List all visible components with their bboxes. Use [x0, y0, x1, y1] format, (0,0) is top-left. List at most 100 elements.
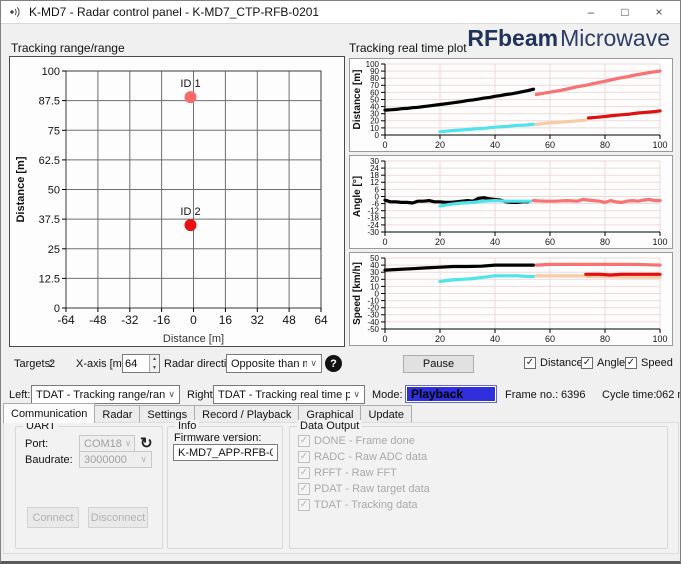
- svg-text:87.5: 87.5: [39, 96, 60, 108]
- chevron-down-icon: ∨: [140, 454, 147, 464]
- data-output-group-title: Data Output: [297, 420, 363, 432]
- firmware-version-label: Firmware version:: [174, 432, 262, 444]
- checkmark-icon: ✓: [581, 357, 593, 369]
- tab-communication[interactable]: Communication: [3, 403, 96, 423]
- svg-text:37.5: 37.5: [39, 214, 60, 226]
- xaxis-spinner[interactable]: ▲▼: [122, 354, 160, 373]
- checkmark-icon: ✓: [298, 467, 310, 479]
- left-plot-select[interactable]: TDAT - Tracking range/range ∨: [31, 385, 180, 404]
- refresh-ports-icon[interactable]: ↻: [140, 434, 153, 452]
- help-icon[interactable]: ?: [325, 355, 342, 372]
- frame-no-value: 6396: [561, 389, 586, 401]
- left-select-label: Left:: [9, 389, 31, 401]
- svg-text:80: 80: [600, 334, 610, 344]
- realtime-angle-chart: -30 -24 -18 -12 -6 0 6 12 18 24 30 0 20 40 60 80 100 Angl…: [349, 155, 673, 249]
- svg-text:80: 80: [600, 237, 610, 247]
- svg-text:20: 20: [435, 334, 445, 344]
- svg-text:Angle [°]: Angle [°]: [352, 176, 363, 217]
- targets-value: 2: [49, 358, 56, 370]
- baudrate-select: 3000000 ∨: [79, 451, 152, 468]
- distance-checkbox[interactable]: ✓ Distance: [524, 357, 583, 369]
- frame-no-label: Frame no.:: [505, 389, 559, 401]
- baudrate-value: 3000000: [84, 453, 127, 466]
- disconnect-button: Disconnect: [88, 507, 148, 528]
- mode-label: Mode:: [372, 389, 403, 401]
- checkmark-icon: ✓: [524, 357, 536, 369]
- realtime-speed-chart: -50 -40 -30 -20 -10 0 10 20 30 40 50 0 20 40 60 80 100 Sp…: [349, 252, 673, 346]
- cycle-time-value: 062 ms: [656, 389, 680, 401]
- chevron-down-icon: ∨: [168, 389, 175, 399]
- speed-checkbox[interactable]: ✓ Speed: [625, 357, 673, 369]
- svg-text:80: 80: [600, 140, 610, 150]
- done-checkbox: ✓ DONE - Frame done: [298, 435, 415, 447]
- svg-text:-48: -48: [89, 313, 107, 327]
- realtime-distance-chart: 0 10 20 30 40 50 60 70 80 90 100 0 20 40 60 80 100 Distan…: [349, 58, 673, 152]
- svg-text:Distance [m]: Distance [m]: [352, 69, 363, 129]
- svg-text:0: 0: [382, 237, 387, 247]
- maximize-button[interactable]: □: [608, 1, 642, 23]
- cycle-time-label: Cycle time:: [602, 389, 657, 401]
- checkmark-icon: ✓: [298, 499, 310, 511]
- svg-text:60: 60: [545, 237, 555, 247]
- radar-control-panel-window: K-MD7 - Radar control panel - K-MD7_CTP-…: [0, 0, 681, 564]
- mode-value: Playback: [405, 385, 497, 403]
- baudrate-label: Baudrate:: [25, 454, 73, 466]
- connect-button: Connect: [27, 507, 79, 528]
- left-panel-title: Tracking range/range: [11, 41, 125, 55]
- tab-update[interactable]: Update: [360, 405, 412, 423]
- angle-checkbox[interactable]: ✓ Angle: [581, 357, 625, 369]
- svg-text:20: 20: [435, 140, 445, 150]
- right-panel-title: Tracking real time plot: [349, 41, 467, 55]
- right-plot-value: TDAT - Tracking real time plot: [218, 388, 351, 401]
- spin-down-icon[interactable]: ▼: [150, 363, 159, 372]
- svg-text:12.5: 12.5: [39, 273, 60, 285]
- tdat-checkbox: ✓ TDAT - Tracking data: [298, 499, 418, 511]
- firmware-version-field[interactable]: [173, 444, 278, 461]
- svg-text:64: 64: [314, 313, 328, 327]
- tracking-range-chart: 0 12.5 25 37.5 50 62.5 75 87.5 100 -64 -48 -32 -16 0 1…: [9, 56, 345, 347]
- svg-text:16: 16: [219, 313, 233, 327]
- svg-text:100: 100: [652, 140, 667, 150]
- svg-text:-64: -64: [57, 313, 75, 327]
- rfbeam-logo: RFbeamMicrowave: [467, 25, 670, 52]
- right-select-label: Right:: [187, 389, 216, 401]
- radar-direction-select[interactable]: Opposite than monito ∨: [226, 354, 322, 373]
- distance-checkbox-label: Distance: [540, 357, 583, 369]
- spin-up-icon[interactable]: ▲: [150, 355, 159, 364]
- svg-text:ID 2: ID 2: [180, 206, 200, 218]
- tab-record-playback[interactable]: Record / Playback: [194, 405, 300, 423]
- svg-text:100: 100: [652, 237, 667, 247]
- radar-app-icon: [9, 5, 23, 19]
- port-label: Port:: [25, 438, 49, 450]
- svg-text:Distance [m]: Distance [m]: [163, 333, 224, 345]
- rfft-checkbox: ✓ RFFT - Raw FFT: [298, 467, 397, 479]
- pdat-checkbox-label: PDAT - Raw target data: [314, 483, 430, 495]
- svg-text:60: 60: [545, 140, 555, 150]
- pause-button[interactable]: Pause: [403, 355, 474, 373]
- checkmark-icon: ✓: [298, 451, 310, 463]
- port-value: COM18: [84, 437, 122, 450]
- svg-text:100: 100: [42, 66, 60, 78]
- targets-label: Targets:: [14, 358, 54, 370]
- svg-text:0: 0: [382, 140, 387, 150]
- svg-text:30: 30: [370, 157, 379, 166]
- svg-text:20: 20: [435, 237, 445, 247]
- tab-radar[interactable]: Radar: [94, 405, 141, 423]
- radar-direction-value: Opposite than monito: [231, 357, 307, 370]
- svg-text:Distance [m]: Distance [m]: [15, 156, 27, 222]
- right-plot-select[interactable]: TDAT - Tracking real time plot ∨: [213, 385, 365, 404]
- title-bar: K-MD7 - Radar control panel - K-MD7_CTP-…: [1, 1, 680, 24]
- svg-text:40: 40: [490, 334, 500, 344]
- svg-text:40: 40: [490, 140, 500, 150]
- xaxis-input[interactable]: [123, 355, 149, 372]
- svg-text:25: 25: [48, 244, 60, 256]
- svg-text:100: 100: [652, 334, 667, 344]
- checkmark-icon: ✓: [625, 357, 637, 369]
- angle-checkbox-label: Angle: [597, 357, 626, 369]
- rfft-checkbox-label: RFFT - Raw FFT: [314, 467, 397, 479]
- checkmark-icon: ✓: [298, 483, 310, 495]
- close-button[interactable]: ×: [642, 1, 676, 23]
- port-select: COM18 ∨: [79, 435, 135, 452]
- minimize-button[interactable]: –: [574, 1, 608, 23]
- svg-text:100: 100: [366, 60, 380, 69]
